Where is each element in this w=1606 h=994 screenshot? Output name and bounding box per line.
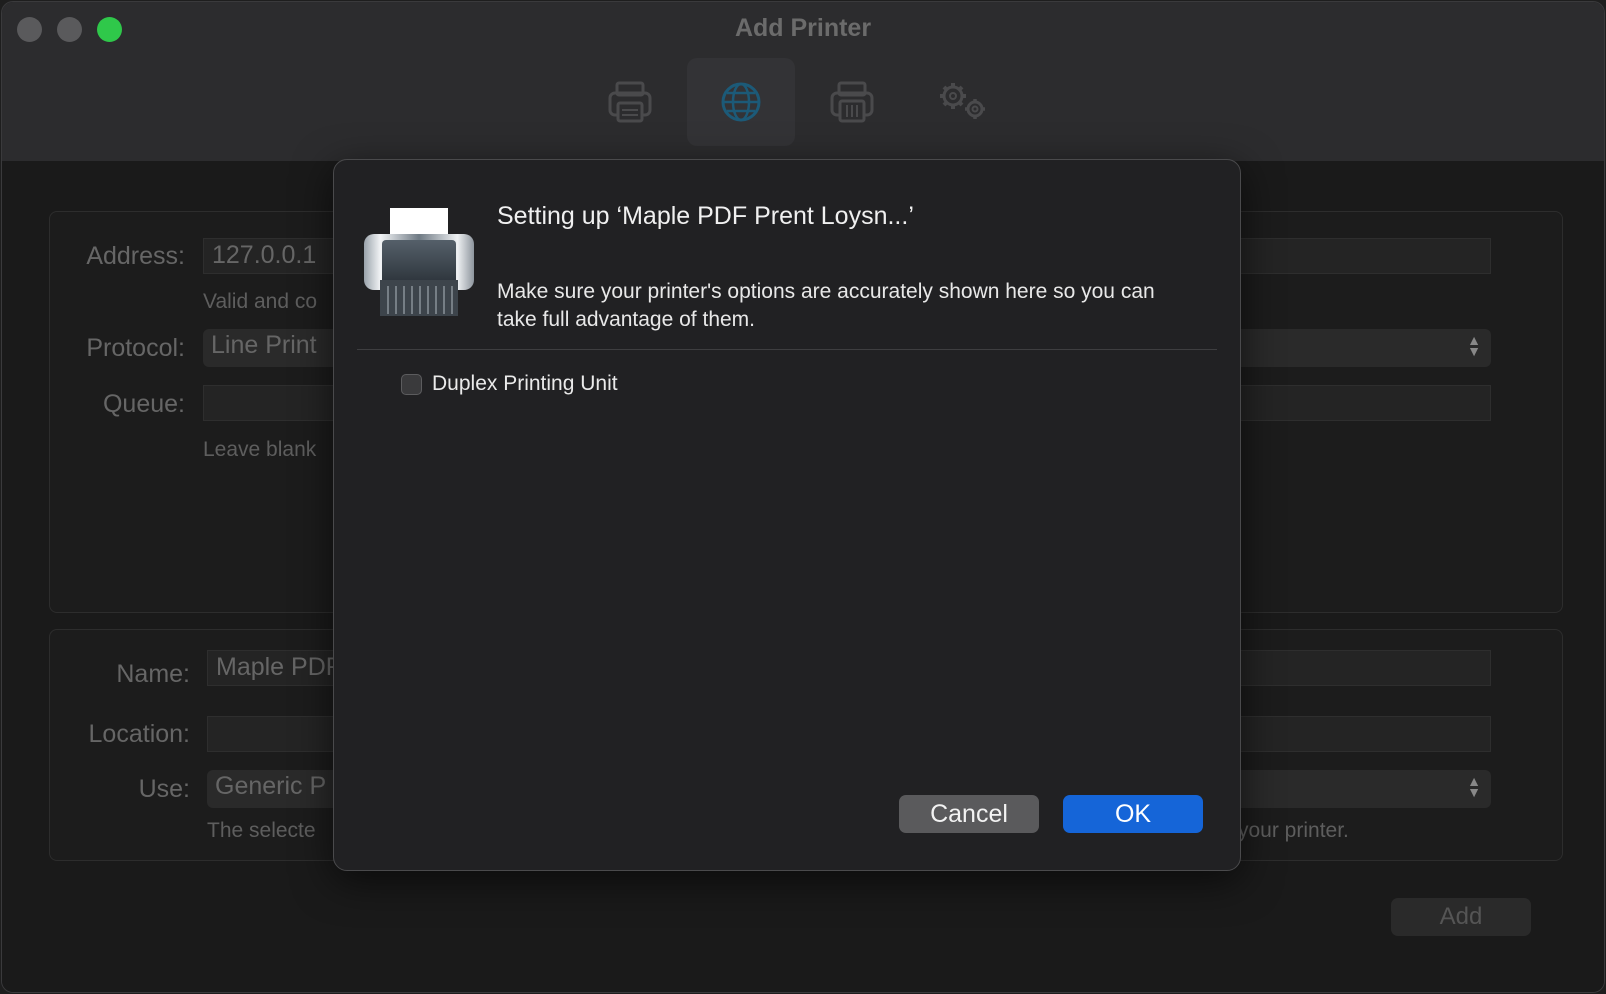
globe-icon [721, 82, 761, 122]
popup-chevrons-icon: ▲ ▼ [1467, 332, 1481, 359]
toolbar-advanced-button[interactable] [909, 58, 1017, 146]
toolbar-ip-button[interactable] [687, 58, 795, 146]
windows-printer-icon [830, 81, 874, 123]
printer-options-sheet: Setting up ‘Maple PDF Prent Loysn...’ Ma… [333, 159, 1241, 871]
toolbar-windows-button[interactable] [798, 58, 906, 146]
default-printer-icon [608, 81, 652, 123]
location-label: Location: [88, 720, 190, 748]
ok-button[interactable]: OK [1063, 795, 1203, 833]
queue-label: Queue: [102, 390, 185, 418]
protocol-value: Line Print [211, 331, 317, 359]
printer-icon [364, 208, 474, 316]
address-label: Address: [86, 242, 185, 270]
use-value: Generic P [215, 772, 327, 800]
use-hint: The selecte [207, 819, 316, 842]
use-hint-tail: your printer. [1238, 819, 1349, 842]
duplex-option-label: Duplex Printing Unit [432, 372, 618, 395]
cancel-button[interactable]: Cancel [899, 795, 1039, 833]
divider [357, 349, 1217, 350]
toolbar-default-button[interactable] [576, 58, 684, 146]
add-button[interactable]: Add [1391, 898, 1531, 936]
sheet-title: Setting up ‘Maple PDF Prent Loysn...’ [497, 202, 914, 230]
duplex-checkbox[interactable] [401, 373, 422, 395]
duplex-option-row[interactable]: Duplex Printing Unit [401, 372, 618, 396]
title-bar: Add Printer [2, 2, 1604, 162]
queue-hint: Leave blank [203, 438, 317, 461]
protocol-label: Protocol: [86, 334, 185, 362]
name-label: Name: [116, 660, 190, 688]
window-title: Add Printer [734, 14, 872, 42]
popup-chevrons-icon: ▲ ▼ [1467, 773, 1481, 800]
sheet-message: Make sure your printer's options are acc… [497, 280, 1155, 331]
gears-icon [940, 83, 985, 119]
address-hint: Valid and co [203, 290, 318, 313]
add-printer-window: Add Printer Address: 127.0.0.1 Valid and… [1, 1, 1605, 993]
use-label: Use: [138, 775, 190, 803]
